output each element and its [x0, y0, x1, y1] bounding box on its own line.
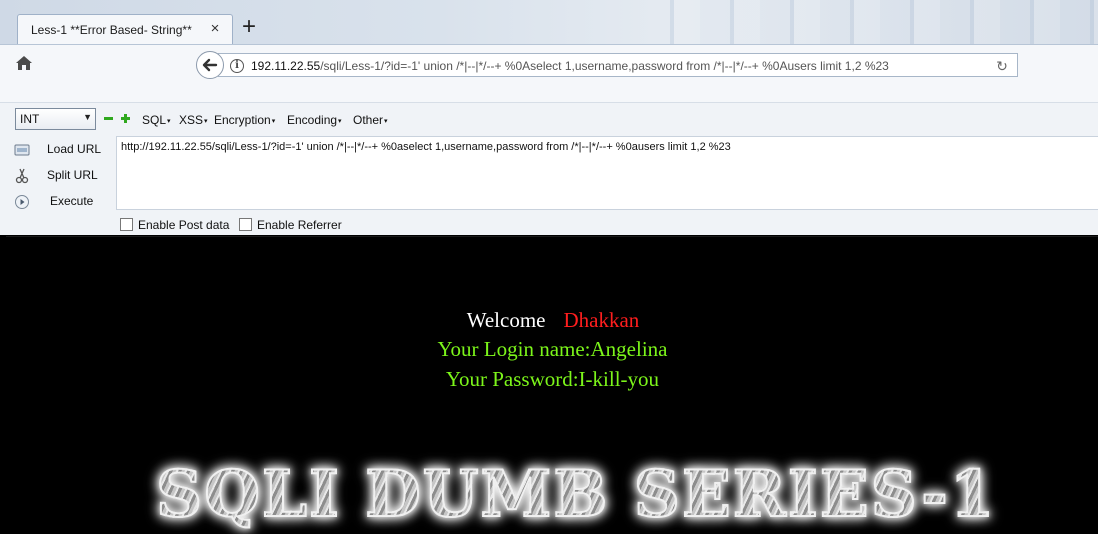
navigation-bar: i 192.11.22.55/sqli/Less-1/?id=-1' union…: [0, 44, 1098, 102]
page-content: Welcome Dhakkan Your Login name:Angelina …: [6, 236, 1098, 534]
enable-post-data-label: Enable Post data: [138, 218, 230, 232]
tab-active[interactable]: Less-1 **Error Based- String** ×: [17, 14, 233, 44]
caret-icon: ▾: [338, 117, 342, 125]
close-icon[interactable]: ×: [207, 21, 223, 37]
tab-title: Less-1 **Error Based- String**: [31, 23, 192, 37]
login-name-line: Your Login name:Angelina: [437, 337, 668, 361]
checkbox-box[interactable]: [239, 218, 252, 231]
execute-button[interactable]: Execute: [14, 192, 114, 212]
hackbar-toolbar: INT ▼ SQL▾ XSS▾ Encryption▾ Encoding▾ Ot…: [0, 102, 1098, 235]
split-url-label: Split URL: [47, 168, 98, 182]
series-banner: SQLI DUMB SERIES-1: [155, 456, 997, 533]
type-select[interactable]: INT ▼: [15, 108, 96, 130]
caret-icon: ▾: [167, 117, 171, 125]
back-arrow-icon: [202, 58, 218, 72]
menu-encoding-label: Encoding: [287, 113, 338, 127]
menu-encryption-label: Encryption: [214, 113, 271, 127]
url-host: 192.11.22.55: [251, 59, 321, 73]
welcome-line: Welcome Dhakkan: [6, 308, 1098, 333]
execute-label: Execute: [50, 194, 94, 208]
menu-encoding[interactable]: Encoding▾: [287, 113, 342, 127]
reload-icon[interactable]: ↻: [993, 57, 1011, 75]
url-text: 192.11.22.55/sqli/Less-1/?id=-1' union /…: [251, 59, 889, 73]
split-url-button[interactable]: Split URL: [14, 166, 114, 186]
load-url-button[interactable]: Load URL: [14, 140, 114, 160]
menu-sql-label: SQL: [142, 113, 167, 127]
info-icon[interactable]: i: [230, 59, 244, 73]
chevron-down-icon: ▼: [83, 112, 92, 122]
username-display: Dhakkan: [563, 308, 640, 332]
type-select-value: INT: [20, 112, 40, 126]
welcome-text: Welcome: [466, 308, 546, 332]
checkbox-box[interactable]: [120, 218, 133, 231]
caret-icon: ▾: [271, 117, 276, 125]
new-tab-button[interactable]: +: [238, 15, 260, 39]
back-button[interactable]: [196, 51, 224, 79]
load-url-label: Load URL: [47, 142, 102, 156]
menu-sql[interactable]: SQL▾: [142, 113, 171, 127]
url-textarea-value: http://192.11.22.55/sqli/Less-1/?id=-1' …: [121, 141, 731, 153]
load-url-icon: [14, 144, 30, 156]
caret-icon: ▾: [384, 117, 388, 125]
url-textarea[interactable]: http://192.11.22.55/sqli/Less-1/?id=-1' …: [116, 136, 1098, 210]
increase-icon[interactable]: [121, 114, 130, 123]
caret-icon: ▾: [204, 117, 208, 125]
url-path: /sqli/Less-1/?id=-1' union /*|--|*/--+ %…: [320, 59, 889, 73]
password-line: Your Password:I-kill-you: [445, 367, 660, 391]
decrease-icon[interactable]: [104, 114, 113, 123]
menu-xss[interactable]: XSS▾: [179, 113, 208, 127]
home-icon[interactable]: [14, 54, 36, 74]
menu-encryption[interactable]: Encryption▾: [214, 113, 275, 127]
url-input[interactable]: i 192.11.22.55/sqli/Less-1/?id=-1' union…: [218, 53, 1018, 77]
menu-other[interactable]: Other▾: [353, 113, 388, 127]
menu-other-label: Other: [353, 113, 384, 127]
play-icon: [15, 195, 29, 209]
enable-referrer-label: Enable Referrer: [257, 218, 342, 232]
menu-xss-label: XSS: [179, 113, 204, 127]
url-bar-group: i 192.11.22.55/sqli/Less-1/?id=-1' union…: [196, 51, 1019, 79]
scissors-icon: [15, 168, 29, 184]
tab-strip: Less-1 **Error Based- String** × +: [0, 0, 1098, 44]
